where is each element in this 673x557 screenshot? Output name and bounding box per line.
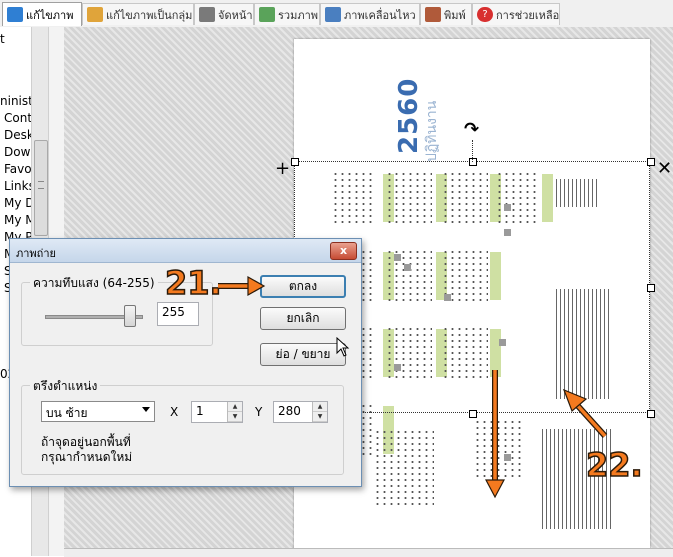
tree-item[interactable]: Links — [4, 179, 31, 193]
resize-handle[interactable] — [469, 410, 477, 418]
dialog-close-button[interactable]: x — [330, 242, 357, 260]
note-line: ถ้าจุดอยู่นอกพื้นที่ — [41, 435, 131, 449]
combine-icon — [259, 7, 275, 22]
move-icon[interactable]: + — [275, 158, 290, 179]
tree-item[interactable]: Dow — [4, 145, 30, 159]
tab-help[interactable]: ? การช่วยเหลือ — [472, 3, 560, 25]
ok-button[interactable]: ตกลง — [260, 275, 346, 298]
tab-combine[interactable]: รวมภาพ — [254, 3, 320, 25]
tab-edit-photo[interactable]: แก้ไขภาพ — [2, 2, 82, 26]
step-22-label: 22. — [585, 445, 643, 485]
tree-item[interactable]: Desk — [4, 128, 31, 142]
help-icon: ? — [477, 7, 493, 22]
close-icon[interactable]: ✕ — [657, 158, 672, 179]
animation-icon — [325, 7, 341, 22]
opacity-group-label: ความทึบแสง (64-255) — [30, 274, 158, 293]
resize-handle[interactable] — [647, 158, 655, 166]
opacity-input[interactable]: 255 — [157, 302, 199, 326]
y-spinner[interactable]: ▲ ▼ — [312, 402, 327, 422]
mouse-pointer-icon — [336, 337, 350, 357]
x-value: 1 — [196, 404, 204, 418]
tab-layout[interactable]: จัดหน้า — [194, 3, 254, 25]
tab-print[interactable]: พิมพ์ — [420, 3, 472, 25]
dialog-title: ภาพถ่าย — [16, 247, 56, 260]
rotate-icon[interactable]: ↷ — [464, 119, 479, 140]
x-label: X — [170, 405, 179, 419]
x-spinner[interactable]: ▲ ▼ — [227, 402, 242, 422]
zoom-button[interactable]: ย่อ / ขยาย — [260, 343, 346, 366]
tab-label: แก้ไขภาพ — [26, 8, 74, 22]
tree-item[interactable]: Favo — [4, 162, 31, 176]
cancel-button[interactable]: ยกเลิก — [260, 307, 346, 330]
dialog-title-bar[interactable]: ภาพถ่าย x — [10, 239, 361, 263]
calendar-highlight — [504, 454, 511, 461]
tab-label: รวมภาพ — [278, 8, 319, 22]
position-group-label: ตรึงตำแหน่ง — [30, 377, 101, 396]
position-select[interactable]: บน ซ้าย — [41, 401, 155, 422]
tab-animation[interactable]: ภาพเคลื่อนไหว — [320, 3, 420, 25]
y-input[interactable]: 280 ▲ ▼ — [273, 401, 328, 423]
calendar-year: 2560 — [394, 77, 424, 154]
resize-handle[interactable] — [647, 410, 655, 418]
spin-down-icon[interactable]: ▼ — [228, 412, 242, 422]
position-note: ถ้าจุดอยู่นอกพื้นที่ กรุณากำหนดใหม่ — [41, 435, 132, 465]
calendar-subtitle: ปฏิทินงาน — [424, 100, 440, 162]
tree-item[interactable]: ninist — [0, 94, 31, 108]
y-value: 280 — [278, 404, 301, 418]
edit-photo-icon — [7, 7, 23, 22]
spin-up-icon[interactable]: ▲ — [313, 402, 327, 412]
tree-item[interactable]: My D — [4, 196, 31, 210]
spin-down-icon[interactable]: ▼ — [313, 412, 327, 422]
rotate-guide — [472, 140, 473, 162]
batch-edit-icon — [87, 7, 103, 22]
opacity-slider-thumb[interactable] — [124, 305, 136, 327]
layout-icon — [199, 7, 215, 22]
y-label: Y — [255, 405, 263, 419]
printer-icon — [425, 7, 441, 22]
tab-label: แก้ไขภาพเป็นกลุ่ม — [106, 8, 193, 22]
tab-batch-edit[interactable]: แก้ไขภาพเป็นกลุ่ม — [82, 3, 194, 25]
tree-item[interactable]: t — [0, 32, 5, 46]
position-select-value: บน ซ้าย — [46, 406, 88, 420]
resize-handle[interactable] — [469, 158, 477, 166]
spin-up-icon[interactable]: ▲ — [228, 402, 242, 412]
resize-handle[interactable] — [291, 158, 299, 166]
tree-item[interactable]: My M — [4, 213, 31, 227]
chevron-down-icon — [142, 407, 150, 412]
tab-label: จัดหน้า — [218, 8, 253, 22]
note-line: กรุณากำหนดใหม่ — [41, 450, 133, 464]
resize-handle[interactable] — [647, 284, 655, 292]
toolbar-tab-bar: แก้ไขภาพ แก้ไขภาพเป็นกลุ่ม จัดหน้า รวมภา… — [0, 0, 673, 28]
calendar-grid — [474, 419, 524, 479]
tab-label: การช่วยเหลือ — [496, 8, 560, 22]
scrollbar-thumb[interactable] — [34, 140, 48, 236]
tab-label: ภาพเคลื่อนไหว — [344, 8, 416, 22]
tree-item[interactable]: Cont — [4, 111, 31, 125]
x-input[interactable]: 1 ▲ ▼ — [191, 401, 243, 423]
calendar-grid — [374, 429, 434, 509]
step-21-label: 21. — [164, 263, 222, 303]
tab-label: พิมพ์ — [444, 8, 466, 22]
